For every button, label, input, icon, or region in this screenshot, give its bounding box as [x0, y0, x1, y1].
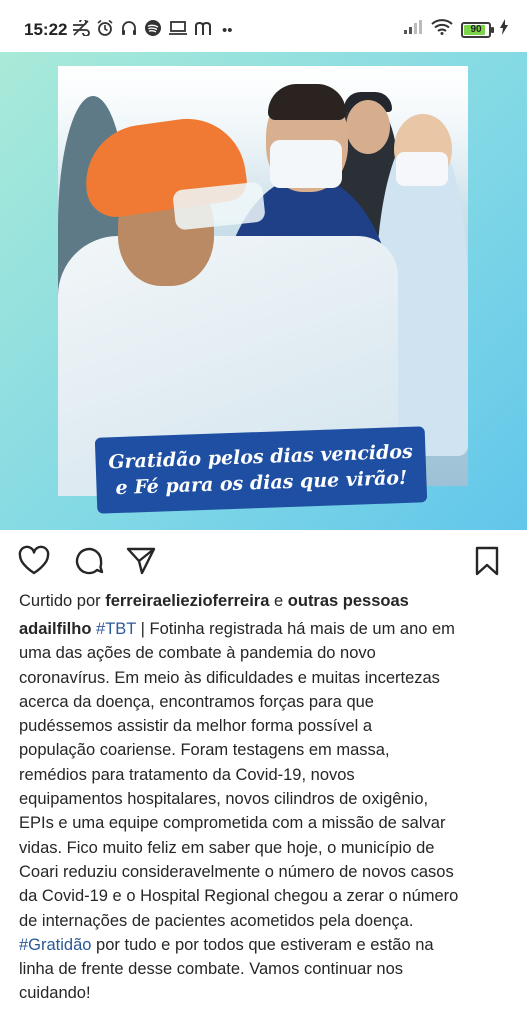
post-image[interactable]: Gratidão pelos dias vencidos e Fé para o…	[0, 52, 527, 530]
status-notification-icons: ••	[72, 18, 233, 43]
post-photo	[58, 66, 468, 496]
caption-line: Coari reduziu consideravelmente o número…	[19, 862, 454, 881]
caption-line: acerca da doença, encontramos forças par…	[19, 692, 374, 711]
caption-line: uma das ações de combate à pandemia do n…	[19, 644, 376, 663]
caption-line: cuidando!	[19, 984, 91, 1003]
wifi-icon	[431, 19, 453, 40]
caption-line: da Covid-19 e o Hospital Regional chegou…	[19, 887, 459, 906]
caption-line: remédios para tratamento da Covid-19, no…	[19, 765, 355, 784]
battery-level: 90	[470, 24, 482, 35]
charging-icon	[499, 19, 509, 40]
comment-button[interactable]	[72, 544, 106, 578]
liked-by-user-link[interactable]: ferreiraeliezioferreira	[105, 592, 269, 610]
caption-line: equipamentos hospitalares, novos cilindr…	[19, 790, 429, 809]
like-button[interactable]	[17, 544, 51, 578]
caption-line: coronavírus. Em meio às dificuldades e m…	[19, 668, 440, 687]
caption-line: linha de frente desse combate. Vamos con…	[19, 960, 404, 979]
headphones-icon	[120, 19, 138, 43]
caption-line: vidas. Fico muito feliz em saber que hoj…	[19, 838, 435, 857]
alarm-icon	[96, 19, 114, 43]
status-time: 15:22	[24, 20, 68, 39]
laptop-icon	[168, 20, 188, 42]
post-caption: adailfilho #TBT | Fotinha registrada há …	[19, 617, 511, 1006]
photo-mask	[270, 140, 342, 188]
liked-by-line: Curtido por ferreiraeliezioferreira e ou…	[19, 592, 409, 611]
signal-icon	[403, 19, 423, 40]
photo-mask	[396, 152, 448, 186]
more-notifications-indicator: ••	[222, 22, 233, 39]
spotify-icon	[144, 19, 162, 43]
heart-icon	[18, 545, 50, 575]
liked-by-joiner: e	[274, 592, 284, 610]
caption-line: população coariense. Foram testagens em …	[19, 741, 390, 760]
hashtag-link[interactable]: #Gratidão	[19, 936, 91, 954]
status-system-icons: 90	[403, 19, 509, 40]
caption-line: adailfilho #TBT | Fotinha registrada há …	[19, 617, 511, 641]
save-button[interactable]	[470, 544, 504, 578]
caption-line: pudéssemos assistir da melhor forma poss…	[19, 717, 373, 736]
caption-username-link[interactable]: adailfilho	[19, 620, 91, 638]
battery-icon: 90	[461, 21, 494, 38]
caption-line: EPIs e uma equipe comprometida com a mis…	[19, 814, 446, 833]
wind-icon	[72, 18, 90, 42]
m-icon	[194, 20, 216, 42]
caption-text: | Fotinha registrada há mais de um ano e…	[136, 620, 455, 638]
photo-head	[346, 100, 390, 154]
caption-line: de internações de pacientes acometidos p…	[19, 911, 414, 930]
hashtag-link[interactable]: #TBT	[96, 620, 136, 638]
photo-hair	[268, 84, 346, 120]
caption-text: por tudo e por todos que estiveram e est…	[91, 935, 434, 954]
status-bar: 15:22 •• 90	[0, 0, 527, 52]
liked-by-prefix: Curtido por	[19, 592, 101, 610]
paper-plane-icon	[126, 547, 156, 575]
share-button[interactable]	[124, 544, 158, 578]
comment-bubble-icon	[75, 547, 104, 575]
liked-by-others-link[interactable]: outras pessoas	[288, 592, 409, 610]
brand-logo: ADAIL FILHO	[216, 490, 325, 509]
post-action-bar	[0, 538, 527, 582]
caption-line: #Gratidão por tudo e por todos que estiv…	[19, 933, 511, 957]
bookmark-icon	[475, 546, 499, 576]
